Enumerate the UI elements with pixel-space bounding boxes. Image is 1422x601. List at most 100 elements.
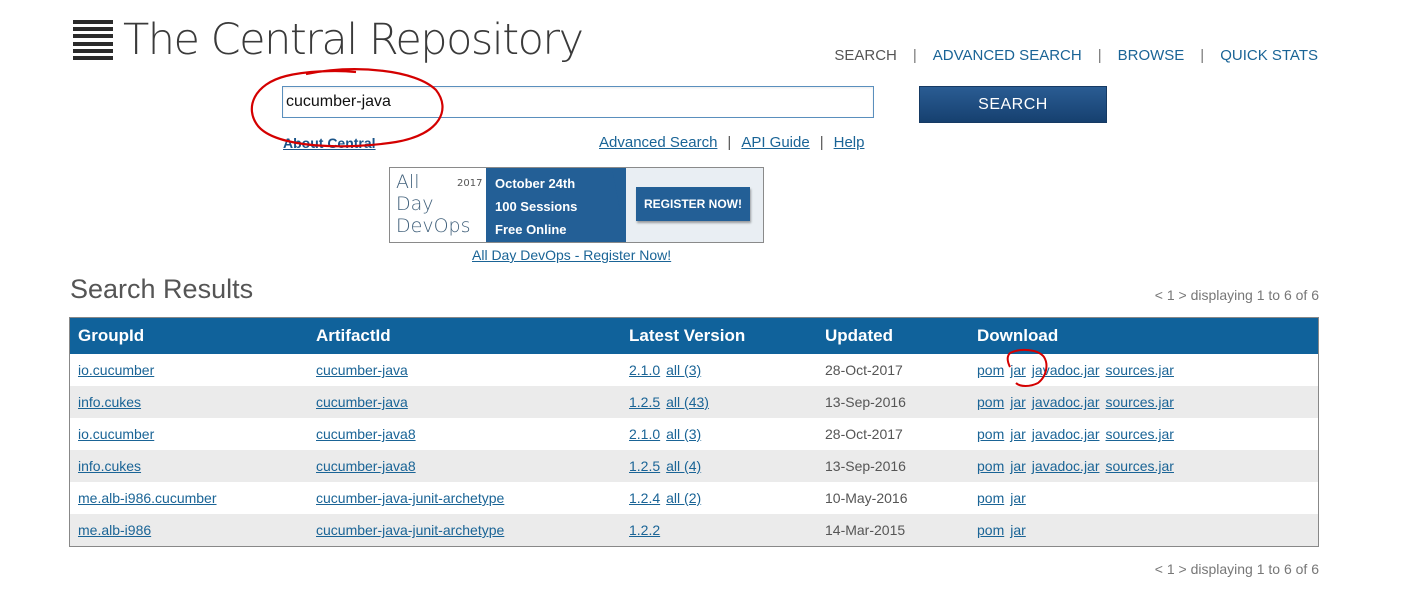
table-row: io.cucumber cucumber-java 2.1.0 all (3) 28-O… — [70, 354, 1319, 386]
download-jar-link[interactable]: jar — [1010, 394, 1026, 410]
download-sources-jar-link[interactable]: sources.jar — [1106, 362, 1174, 378]
results-pager-top[interactable]: < 1 > displaying 1 to 6 of 6 — [1155, 287, 1319, 303]
download-sources-jar-link[interactable]: sources.jar — [1106, 394, 1174, 410]
cell-artifactid: cucumber-java — [308, 386, 621, 418]
version-link[interactable]: 1.2.5 — [629, 394, 660, 410]
banner-date: October 24th — [495, 176, 576, 191]
download-javadoc-jar-link[interactable]: javadoc.jar — [1032, 458, 1100, 474]
banner-sessions: 100 Sessions — [495, 199, 578, 214]
version-link[interactable]: 1.2.2 — [629, 522, 660, 538]
help-link[interactable]: Help — [834, 134, 865, 151]
about-central-link[interactable]: About Central — [283, 135, 376, 151]
cell-updated: 13-Sep-2016 — [817, 386, 969, 418]
table-row: me.alb-i986 cucumber-java-junit-archetype… — [69, 514, 1319, 547]
all-versions-link[interactable]: all (2) — [666, 490, 701, 506]
download-javadoc-jar-link[interactable]: javadoc.jar — [1032, 362, 1100, 378]
artifactid-link[interactable]: cucumber-java8 — [316, 458, 416, 474]
cell-updated: 28-Oct-2017 — [825, 362, 903, 378]
table-row: info.cukes cucumber-java 1.2.5 all (43) 13-S… — [69, 386, 1319, 418]
cell-version: 1.2.5 all (4) — [621, 450, 817, 482]
stacked-bars-icon — [73, 20, 113, 60]
nav-advanced-search[interactable]: ADVANCED SEARCH — [933, 47, 1082, 64]
advanced-search-link[interactable]: Advanced Search — [599, 134, 717, 151]
cell-download: pom jar — [969, 514, 1319, 547]
search-sublinks: Advanced Search | API Guide | Help — [599, 134, 864, 151]
banner-word-all: All — [396, 171, 420, 193]
groupid-link[interactable]: io.cucumber — [78, 362, 154, 378]
download-pom-link[interactable]: pom — [977, 394, 1004, 410]
cell-updated: 13-Sep-2016 — [817, 450, 969, 482]
all-versions-link[interactable]: all (3) — [666, 362, 701, 378]
download-jar-link[interactable]: jar — [1010, 458, 1026, 474]
groupid-link[interactable]: info.cukes — [78, 458, 141, 474]
banner-logo: All 2017 Day DevOps — [390, 168, 486, 242]
download-javadoc-jar-link[interactable]: javadoc.jar — [1032, 426, 1100, 442]
banner-caption-link[interactable]: All Day DevOps - Register Now! — [472, 247, 671, 263]
artifactid-link[interactable]: cucumber-java — [316, 394, 408, 410]
all-versions-link[interactable]: all (3) — [666, 426, 701, 442]
download-jar-link[interactable]: jar — [1010, 522, 1026, 538]
col-artifactid[interactable]: ArtifactId — [308, 317, 621, 354]
register-now-button[interactable]: REGISTER NOW! — [636, 187, 750, 221]
download-pom-link[interactable]: pom — [977, 522, 1004, 538]
col-download: Download — [969, 317, 1319, 354]
col-groupid[interactable]: GroupId — [69, 317, 308, 354]
download-javadoc-jar-link[interactable]: javadoc.jar — [1032, 394, 1100, 410]
download-jar-link[interactable]: jar — [1010, 426, 1026, 442]
cell-groupid: me.alb-i986 — [69, 514, 308, 547]
groupid-link[interactable]: info.cukes — [78, 394, 141, 410]
api-guide-link[interactable]: API Guide — [741, 134, 809, 151]
artifactid-link[interactable]: cucumber-java8 — [316, 426, 416, 442]
groupid-link[interactable]: me.alb-i986 — [78, 522, 151, 538]
download-jar-link[interactable]: jar — [1010, 362, 1026, 378]
groupid-link[interactable]: io.cucumber — [78, 426, 154, 442]
devops-banner[interactable]: All 2017 Day DevOps October 24th 100 Ses… — [389, 167, 764, 243]
cell-version: 1.2.2 — [621, 514, 817, 547]
artifactid-link[interactable]: cucumber-java — [316, 362, 408, 378]
artifactid-link[interactable]: cucumber-java-junit-archetype — [316, 490, 504, 506]
version-link[interactable]: 2.1.0 — [629, 426, 660, 442]
download-pom-link[interactable]: pom — [977, 426, 1004, 442]
nav-separator: | — [1097, 47, 1102, 64]
all-versions-link[interactable]: all (4) — [666, 458, 701, 474]
cell-artifactid: cucumber-java8 — [308, 418, 621, 450]
nav-separator: | — [1200, 47, 1205, 64]
cell-groupid: me.alb-i986.cucumber — [70, 482, 309, 514]
nav-quick-stats[interactable]: QUICK STATS — [1220, 47, 1318, 64]
download-pom-link[interactable]: pom — [977, 458, 1004, 474]
cell-updated: 14-Mar-2015 — [817, 514, 969, 547]
search-button[interactable]: SEARCH — [919, 86, 1107, 123]
cell-groupid: io.cucumber — [70, 418, 309, 450]
table-row: info.cukes cucumber-java8 1.2.5 all (4) 13-S… — [69, 450, 1319, 482]
cell-download: pom jar javadoc.jar sources.jar — [969, 354, 1319, 386]
nav-search[interactable]: SEARCH — [834, 47, 897, 64]
search-input[interactable] — [282, 86, 874, 118]
site-logo[interactable]: The Central Repository — [73, 15, 584, 65]
cell-artifactid: cucumber-java — [308, 354, 621, 386]
artifactid-link[interactable]: cucumber-java-junit-archetype — [316, 522, 504, 538]
version-link[interactable]: 1.2.4 — [629, 490, 660, 506]
col-latest-version[interactable]: Latest Version — [621, 317, 817, 354]
logo-text: The Central Repository — [123, 15, 584, 65]
download-pom-link[interactable]: pom — [977, 362, 1004, 378]
all-versions-link[interactable]: all (43) — [666, 394, 709, 410]
results-pager-bottom[interactable]: < 1 > displaying 1 to 6 of 6 — [1155, 561, 1319, 577]
results-table: GroupId ArtifactId Latest Version Update… — [69, 317, 1319, 547]
groupid-link[interactable]: me.alb-i986.cucumber — [78, 490, 217, 506]
download-sources-jar-link[interactable]: sources.jar — [1106, 426, 1174, 442]
col-updated[interactable]: Updated — [817, 317, 969, 354]
nav-browse[interactable]: BROWSE — [1118, 47, 1185, 64]
cell-download: pom jar javadoc.jar sources.jar — [969, 450, 1319, 482]
version-link[interactable]: 2.1.0 — [629, 362, 660, 378]
version-link[interactable]: 1.2.5 — [629, 458, 660, 474]
results-title: Search Results — [70, 274, 254, 304]
download-jar-link[interactable]: jar — [1010, 490, 1026, 506]
cell-version: 2.1.0 all (3) — [621, 354, 817, 386]
download-sources-jar-link[interactable]: sources.jar — [1106, 458, 1174, 474]
table-header-row: GroupId ArtifactId Latest Version Update… — [69, 317, 1319, 354]
sublink-separator: | — [727, 134, 732, 151]
cell-updated: 10-May-2016 — [825, 490, 908, 506]
cell-version: 1.2.4 all (2) — [621, 482, 817, 514]
download-pom-link[interactable]: pom — [977, 490, 1004, 506]
cell-version: 2.1.0 all (3) — [621, 418, 817, 450]
